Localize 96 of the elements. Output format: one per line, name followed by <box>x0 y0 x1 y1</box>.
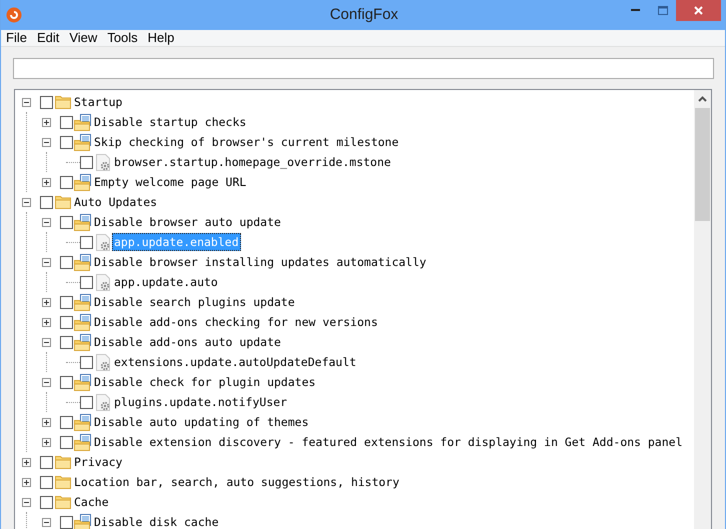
tree-item[interactable]: Auto Updates <box>72 193 160 211</box>
tree-item[interactable]: Disable disk cache <box>92 513 221 529</box>
checkbox[interactable] <box>60 376 73 388</box>
search-field[interactable] <box>13 58 714 78</box>
app-logo-icon <box>6 7 22 23</box>
checkbox[interactable] <box>80 396 93 408</box>
tree-item[interactable]: Disable extension discovery - featured extensions for displaying in Get Add-ons panel <box>92 433 685 451</box>
close-icon <box>694 6 703 15</box>
menu-item[interactable]: Tools <box>102 30 143 45</box>
checkbox[interactable] <box>40 456 53 468</box>
folder-document-icon <box>74 314 91 330</box>
expand-icon[interactable] <box>42 418 51 426</box>
gear-document-icon <box>94 234 110 250</box>
folder-icon <box>54 95 70 109</box>
menu-item[interactable]: View <box>64 30 102 45</box>
folder-document-icon <box>74 254 91 270</box>
folder-icon <box>54 475 70 489</box>
gear-document-icon <box>94 354 110 370</box>
tree-item[interactable]: Disable startup checks <box>92 113 248 131</box>
tree-item[interactable]: Disable search plugins update <box>92 293 297 311</box>
folder-document-icon <box>74 214 91 230</box>
tree-item[interactable]: Disable auto updating of themes <box>92 413 311 431</box>
collapse-icon[interactable] <box>42 138 51 146</box>
maximize-icon <box>658 6 668 15</box>
checkbox[interactable] <box>60 416 73 428</box>
tree-item[interactable]: Empty welcome page URL <box>92 173 248 191</box>
tree-item[interactable]: Disable add-ons auto update <box>92 333 283 351</box>
folder-document-icon <box>74 114 91 130</box>
minimize-icon <box>631 9 640 12</box>
expand-icon[interactable] <box>42 118 51 126</box>
checkbox[interactable] <box>60 296 73 308</box>
folder-icon <box>54 195 70 209</box>
tree-item[interactable]: Cache <box>72 493 111 511</box>
tree-item[interactable]: Privacy <box>72 453 124 471</box>
folder-document-icon <box>74 334 91 350</box>
scroll-up-icon[interactable] <box>698 96 707 102</box>
checkbox[interactable] <box>80 236 93 248</box>
folder-document-icon <box>74 134 91 150</box>
collapse-icon[interactable] <box>22 98 31 106</box>
expand-icon[interactable] <box>42 298 51 306</box>
tree-item[interactable]: Skip checking of browser's current milestone <box>92 133 401 151</box>
collapse-icon[interactable] <box>22 198 31 206</box>
tree-item[interactable]: Disable check for plugin updates <box>92 373 318 391</box>
menu-item[interactable]: Edit <box>32 30 64 45</box>
expand-icon[interactable] <box>42 438 51 446</box>
checkbox[interactable] <box>60 256 73 268</box>
folder-icon <box>54 455 70 469</box>
checkbox[interactable] <box>40 96 53 108</box>
tree-item[interactable]: plugins.update.notifyUser <box>112 393 290 411</box>
collapse-icon[interactable] <box>42 258 51 266</box>
checkbox[interactable] <box>60 136 73 148</box>
checkbox[interactable] <box>60 116 73 128</box>
tree-item[interactable]: extensions.update.autoUpdateDefault <box>112 353 358 371</box>
checkbox[interactable] <box>60 336 73 348</box>
gear-document-icon <box>94 274 110 290</box>
scrollbar[interactable] <box>694 90 711 529</box>
scrollbar-thumb[interactable] <box>695 108 710 221</box>
menu-item[interactable]: Help <box>142 30 180 45</box>
collapse-icon[interactable] <box>42 378 51 386</box>
tree-item[interactable]: Location bar, search, auto suggestions, history <box>72 473 402 491</box>
checkbox[interactable] <box>40 476 53 488</box>
tree-item[interactable]: Disable add-ons checking for new versions <box>92 313 380 331</box>
tree-item[interactable]: Disable browser auto update <box>92 213 283 231</box>
checkbox[interactable] <box>60 176 73 188</box>
checkbox[interactable] <box>80 156 93 168</box>
tree-item[interactable]: app.update.auto <box>112 273 220 291</box>
gear-document-icon <box>94 154 110 170</box>
tree-item[interactable]: Startup <box>72 93 124 111</box>
folder-document-icon <box>74 434 91 450</box>
checkbox[interactable] <box>40 196 53 208</box>
folder-document-icon <box>74 174 91 190</box>
folder-document-icon <box>74 294 91 310</box>
gear-document-icon <box>94 394 110 410</box>
expand-icon[interactable] <box>22 458 31 466</box>
expand-icon[interactable] <box>42 178 51 186</box>
expand-icon[interactable] <box>42 318 51 326</box>
folder-icon <box>54 495 70 509</box>
checkbox[interactable] <box>60 516 73 528</box>
checkbox[interactable] <box>40 496 53 508</box>
checkbox[interactable] <box>80 276 93 288</box>
checkbox[interactable] <box>60 436 73 448</box>
tree-item[interactable]: Disable browser installing updates automatically <box>92 253 428 271</box>
checkbox[interactable] <box>60 316 73 328</box>
checkbox[interactable] <box>60 216 73 228</box>
expand-icon[interactable] <box>22 478 31 486</box>
tree-item[interactable]: browser.startup.homepage_override.mstone <box>112 153 393 171</box>
folder-document-icon <box>74 374 91 390</box>
close-button[interactable] <box>676 0 721 21</box>
checkbox[interactable] <box>80 356 93 368</box>
collapse-icon[interactable] <box>22 498 31 506</box>
folder-document-icon <box>74 414 91 430</box>
collapse-icon[interactable] <box>42 518 51 526</box>
menu-item[interactable]: File <box>1 30 32 45</box>
collapse-icon[interactable] <box>42 338 51 346</box>
collapse-icon[interactable] <box>42 218 51 226</box>
window-title: ConfigFox <box>328 4 400 25</box>
